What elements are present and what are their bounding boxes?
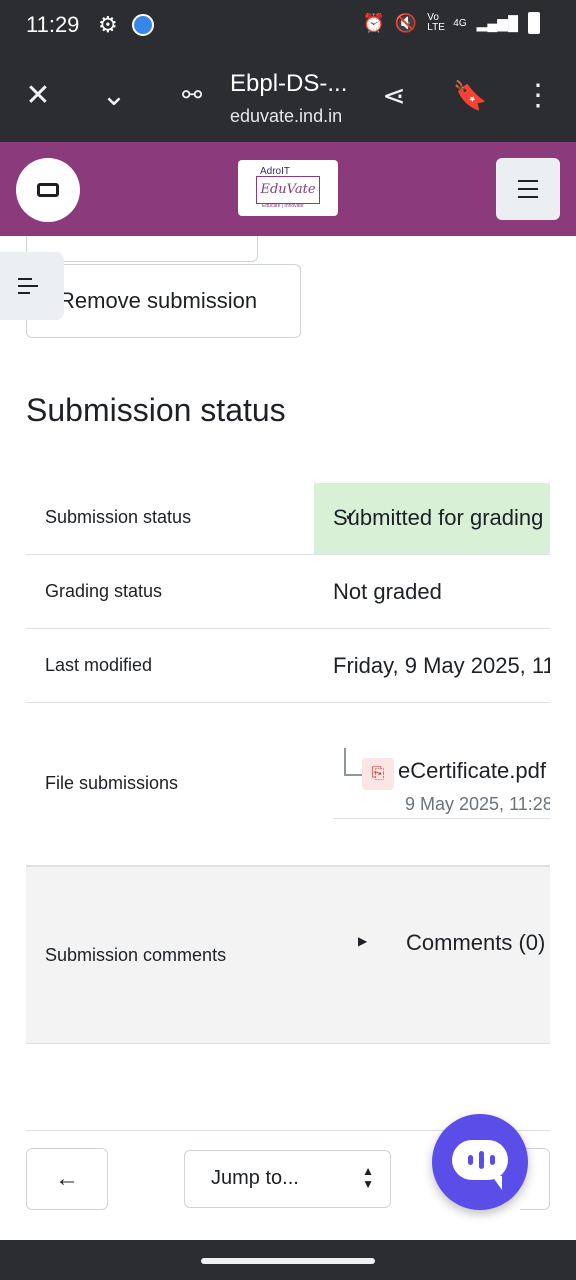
file-date: 9 May 2025, 11:28 [405,794,550,814]
pdf-icon: ⎘ [362,758,394,790]
jump-to-select[interactable]: Jump to... ▲ ▼ [184,1150,391,1208]
menu-line [18,285,38,287]
row-value: Not graded [333,579,442,604]
remove-submission-button[interactable]: Remove submission [26,264,301,338]
row-label: Submission status [45,507,192,527]
menu-line [18,278,32,280]
table-row: Grading status Not graded [26,555,550,629]
chat-bar [479,1151,484,1169]
home-gesture-bar[interactable] [201,1258,375,1264]
chat-bars [468,1151,495,1169]
status-value: Submitted for grading [333,505,544,530]
expand-triangle-icon[interactable]: ▶ [358,934,367,948]
menu-line [18,292,30,294]
content-clip: Remove submission Submission status Subm… [0,0,550,1280]
file-link[interactable]: eCertificate.pdf [398,758,546,784]
chat-bar [468,1155,473,1165]
course-index-toggle[interactable] [0,252,64,320]
tree-connector [344,748,362,776]
chat-button[interactable] [432,1114,528,1210]
row-label: Submission comments [45,945,227,965]
row-label: Grading status [45,581,163,601]
select-arrows-icon: ▲ ▼ [362,1164,374,1191]
comments-toggle-link[interactable]: Comments (0) [406,930,545,956]
row-label: File submissions [45,773,179,793]
section-title: Submission status [26,392,286,428]
check-icon: ✓ [344,505,360,525]
table-row: Last modified Friday, 9 May 2025, 11 [26,629,550,703]
row-value: Friday, 9 May 2025, 11 [333,653,550,678]
divider [333,818,550,819]
status-badge: Submitted for grading ✓ [314,483,550,554]
navigation-bar [0,1240,576,1280]
previous-activity-button[interactable]: ← [26,1148,108,1210]
chat-icon [452,1140,508,1190]
jump-to-label: Jump to... [211,1167,299,1189]
chat-bar [490,1155,495,1165]
row-label: Last modified [45,655,153,675]
table-row: File submissions [26,703,550,866]
